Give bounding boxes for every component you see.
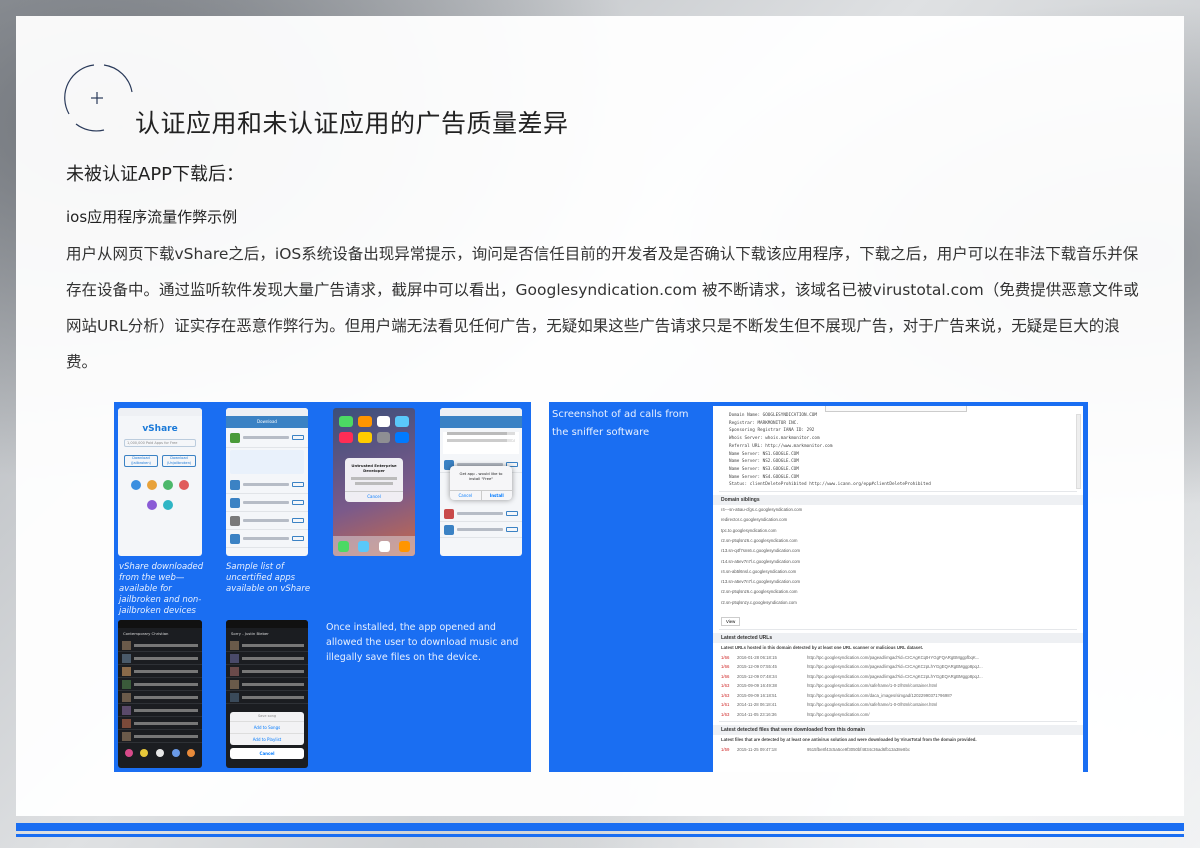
decorative-circle-icon [64,64,133,132]
subtitle: 未被认证APP下载后： [66,164,245,185]
dock [333,536,415,556]
caption-vshare-downloaded: vShare downloaded from the web—available… [119,562,204,616]
emoji-row [118,743,202,763]
page-title: 认证应用和未认证应用的广告质量差异 [135,109,569,138]
table-row[interactable]: 1/63 2015-09-09 16:49:38 http://tpc.google… [713,681,1083,691]
phone-untrusted-dialog: Untrusted Enterprise Developer Cancel [333,408,415,556]
player-header: Sorry - Justin Bieber [231,631,269,636]
list-item[interactable]: r2.sn-p5qlsnz6.c.googlesyndication.com [713,587,1083,597]
app-icon-grid [333,408,415,451]
list-item[interactable]: r13.sn-q4f7sns6.c.googlesyndication.com [713,546,1083,556]
body-paragraph: 用户从网页下载vShare之后，iOS系统设备出现异常提示，询问是否信任目前的开… [66,245,1139,371]
phone-music-list: Contemporary Christian [118,620,202,768]
caption-sample-list: Sample list of uncertified apps availabl… [226,562,311,594]
table-row[interactable]: 1/63 2015-09-09 16:18:51 http://tpc.google… [713,691,1083,701]
music-list-header: Contemporary Christian [123,631,169,636]
bottom-accent-bar [16,823,1184,831]
list-item[interactable]: r2.sn-p5qlsnzy.c.googlesyndication.com [713,598,1083,608]
app-screenshots-panel: vShare 1,000,000 Paid Apps for Free Down… [114,402,531,772]
table-row[interactable]: 1/66 2016-01-28 06:18:15 http://tpc.google… [713,653,1083,663]
promo-banner[interactable] [230,450,304,474]
list-item[interactable]: r14.sn-a5ev7n7l.c.googlesyndication.com [713,557,1083,567]
bottom-accent-line [16,834,1184,837]
list-item[interactable]: r4.sn-ab5l6nsl.c.googlesyndication.com [713,567,1083,577]
phone-vshare-site: vShare 1,000,000 Paid Apps for Free Down… [118,408,202,556]
download-unjailbroken-button[interactable]: Download (Unjailbroken) [162,455,196,467]
untrusted-dialog: Untrusted Enterprise Developer Cancel [345,458,403,502]
list-item[interactable]: redirector.c.googlesyndication.com [713,515,1083,525]
list-item[interactable]: r4---sn-a5au-cfgs.c.googlesyndication.co… [713,505,1083,515]
vshare-search-input[interactable]: 1,000,000 Paid Apps for Free [124,439,196,447]
vshare-logo: vShare [142,424,178,434]
latest-urls-note: Latest URLs hosted in this domain detect… [721,645,924,650]
section-heading: ios应用程序流量作弊示例 [66,208,238,226]
sniffer-panel: Screenshot of ad calls from the sniffer … [549,402,1088,772]
table-row[interactable]: 1/66 2015-12-09 07:55:45 http://tpc.google… [713,662,1083,672]
add-to-songs-option[interactable]: Add to Songs [230,721,304,733]
list-header: Download [226,416,308,428]
view-button[interactable]: View [721,617,741,626]
sheet-title: Save song [257,714,277,718]
sheet-cancel-button[interactable]: Cancel [230,748,304,759]
table-row[interactable]: 1/61 2014-11-28 06:18:41 http://tpc.google… [713,700,1083,710]
phone-install-dialog: Get app - would like to install "Free" C… [440,408,522,556]
download-jailbroken-button[interactable]: Download (Jailbroken) [124,455,158,467]
table-row[interactable]: 1/66 2015-12-09 07:48:34 http://tpc.google… [713,672,1083,682]
table-row[interactable]: 1/63 2014-11-05 23:16:36 http://tpc.google… [713,710,1083,720]
caption-installed: Once installed, the app opened and allow… [326,622,519,663]
list-item[interactable]: r2.sn-p5qlsnz6.c.googlesyndication.com [713,536,1083,546]
latest-files-note: Latest files that are detected by at lea… [721,737,977,742]
phone-save-song: Sorry - Justin Bieber Save song Add to S… [226,620,308,768]
dialog-title: Untrusted Enterprise Developer [351,463,397,473]
list-item[interactable]: tpc.to.googlesyndication.com [713,526,1083,536]
latest-urls-heading: Latest detected URLs [713,633,1083,643]
domain-siblings-list: r4---sn-a5au-cfgs.c.googlesyndication.co… [713,505,1083,608]
whois-block: Domain Name: GOOGLESYNDICATION.COM Regis… [729,413,931,488]
phone-uncertified-list: Download [226,408,308,556]
caption-sniffer: Screenshot of ad calls from the sniffer … [552,409,689,438]
whois-scrollbar[interactable] [1076,414,1081,489]
chevron-right-icon[interactable]: › [507,432,519,448]
dialog-cancel-button[interactable]: Cancel [345,491,403,501]
table-row[interactable]: 1/59 2015-11-25 09:47:18 9515fbe8f43c5a5ce… [713,745,1083,755]
add-to-playlist-option[interactable]: Add to Playlist [230,733,304,745]
save-song-sheet: Save song Add to Songs Add to Playlist C… [230,712,304,764]
latest-urls-table: 1/66 2016-01-28 06:18:15 http://tpc.google… [713,653,1083,720]
list-item[interactable]: r13.sn-a5ev7n7l.c.googlesyndication.com [713,577,1083,587]
sniffer-screenshot: Domain Name: GOOGLESYNDICATION.COM Regis… [713,406,1083,772]
category-icons [118,477,202,517]
domain-siblings-heading: Domain siblings [713,495,1083,506]
latest-files-heading: Latest detected files that were download… [713,725,1083,735]
